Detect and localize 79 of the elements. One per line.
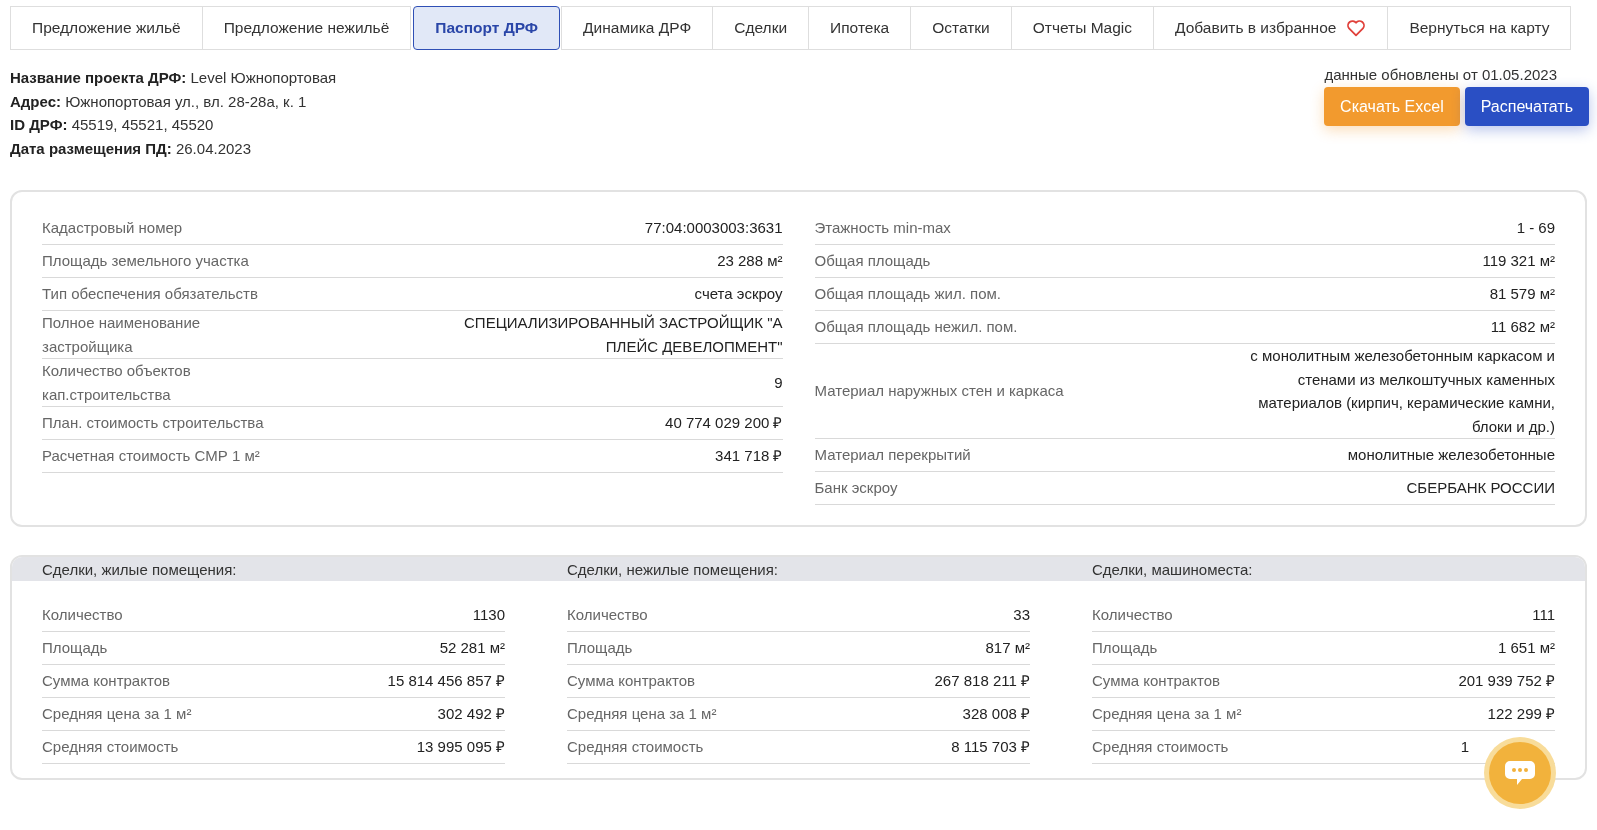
field-label: Площадь — [1092, 638, 1158, 659]
field-label: Материал перекрытий — [814, 445, 971, 466]
chat-icon — [1504, 759, 1536, 787]
section-title: Сделки, нежилые помещения: — [567, 560, 779, 578]
field-value: 33 — [1013, 605, 1030, 626]
field-value: 341 718 ₽ — [715, 446, 783, 467]
field-value: 1 — [1460, 737, 1469, 758]
field-value: 9 — [774, 372, 783, 393]
project-info: Название проекта ДРФ: Level Южнопортовая — [10, 68, 337, 88]
nav-tab[interactable]: Отчеты Magic — [1010, 6, 1154, 50]
nav-tab[interactable]: Добавить в избранное — [1153, 6, 1389, 50]
field-value: 77:04:0003003:3631 — [644, 218, 783, 239]
field-value: с монолитным железобетонным каркасом и стенами из мелкоштучных каменных материалов (кирпич, керамические камни, блоки и др.) — [1249, 346, 1555, 437]
nav-tab[interactable]: Сделки — [712, 6, 810, 50]
update-note: данные обновлены от 01.05.2023 — [1324, 66, 1557, 83]
field-label: Кадастровый номер — [42, 218, 183, 239]
field-value: 201 939 752 ₽ — [1458, 671, 1555, 692]
field-label: Средняя цена за 1 м² — [1092, 704, 1242, 725]
field-value: монолитные железобетонные — [1347, 445, 1555, 466]
field-label: Средняя цена за 1 м² — [567, 704, 717, 725]
field-value: 1 651 м² — [1498, 638, 1555, 659]
field-value: СБЕРБАНК РОССИИ — [1406, 478, 1555, 499]
field-value: 23 288 м² — [717, 251, 783, 272]
field-value: 1130 — [472, 605, 505, 626]
field-label: План. стоимость строительства — [42, 413, 264, 434]
nav-tab[interactable]: Динамика ДРФ — [561, 6, 714, 50]
field-value: 40 774 029 200 ₽ — [665, 413, 783, 434]
field-value: счета эскроу — [694, 284, 783, 305]
nav-tab[interactable]: Предложение нежильё — [201, 6, 412, 50]
field-label: Количество объектов кап.строительства — [42, 361, 192, 405]
field-label: Общая площадь нежил. пом. — [814, 317, 1018, 338]
field-label: Средняя стоимость — [567, 737, 704, 758]
field-value: 15 814 456 857 ₽ — [387, 671, 505, 692]
field-label: Сумма контрактов — [42, 671, 170, 692]
print-button[interactable]: Распечатать — [1464, 87, 1589, 126]
field-label: Средняя цена за 1 м² — [42, 704, 192, 725]
field-label: Средняя стоимость — [42, 737, 179, 758]
field-label: Сумма контрактов — [1092, 671, 1220, 692]
field-value: СПЕЦИАЛИЗИРОВАННЫЙ ЗАСТРОЙЩИК "А ПЛЕЙС ДЕВЕЛОПМЕНТ" — [463, 313, 783, 357]
field-label: Средняя стоимость — [1092, 737, 1229, 758]
field-value: 817 м² — [985, 638, 1030, 659]
field-value: 13 995 095 ₽ — [416, 737, 505, 758]
field-label: Площадь — [567, 638, 633, 659]
nav-tab[interactable]: Вернуться на карту — [1387, 6, 1572, 50]
project-info: Дата размещения ПД: 26.04.2023 — [10, 138, 252, 159]
field-value: 119 321 м² — [1482, 251, 1555, 272]
field-value: 52 281 м² — [439, 638, 505, 659]
field-label: Общая площадь жил. пом. — [814, 284, 1001, 305]
project-info: ID ДРФ: 45519, 45521, 45520 — [10, 115, 215, 135]
field-label: Сумма контрактов — [567, 671, 695, 692]
project-info: Адрес: Южнопортовая ул., вл. 28-28а, к. 1 — [10, 91, 308, 112]
field-label: Полное наименование застройщика — [42, 313, 202, 357]
field-label: Расчетная стоимость СМР 1 м² — [42, 446, 260, 467]
section-title: Сделки, жилые помещения: — [42, 560, 238, 578]
field-label: Количество — [567, 605, 648, 626]
heart-icon — [1346, 19, 1367, 37]
field-label: Материал наружных стен и каркаса — [814, 381, 1064, 402]
nav-tab[interactable]: Ипотека — [808, 6, 912, 50]
nav-tab[interactable]: Предложение жильё — [10, 6, 203, 50]
field-label: Общая площадь — [814, 251, 931, 272]
field-label: Количество — [42, 605, 123, 626]
field-label: Площадь земельного участка — [42, 251, 249, 272]
nav-tab[interactable]: Остатки — [910, 6, 1012, 50]
field-value: 8 115 703 ₽ — [951, 737, 1030, 758]
field-value: 302 492 ₽ — [437, 704, 505, 725]
field-value: 328 008 ₽ — [962, 704, 1030, 725]
field-label: Банк эскроу — [814, 478, 898, 499]
field-value: 81 579 м² — [1489, 284, 1555, 305]
field-label: Этажность min-max — [814, 218, 951, 239]
field-value: 1 - 69 — [1516, 218, 1555, 239]
field-value: 11 682 м² — [1490, 317, 1555, 338]
field-value: 122 299 ₽ — [1487, 704, 1555, 725]
field-label: Тип обеспечения обязательств — [42, 284, 258, 305]
field-value: 267 818 211 ₽ — [934, 671, 1030, 692]
field-label: Площадь — [42, 638, 108, 659]
field-value: 111 — [1532, 605, 1555, 626]
nav-tab[interactable]: Паспорт ДРФ — [413, 6, 561, 50]
section-title: Сделки, машиноместа: — [1092, 560, 1254, 578]
field-label: Количество — [1092, 605, 1173, 626]
